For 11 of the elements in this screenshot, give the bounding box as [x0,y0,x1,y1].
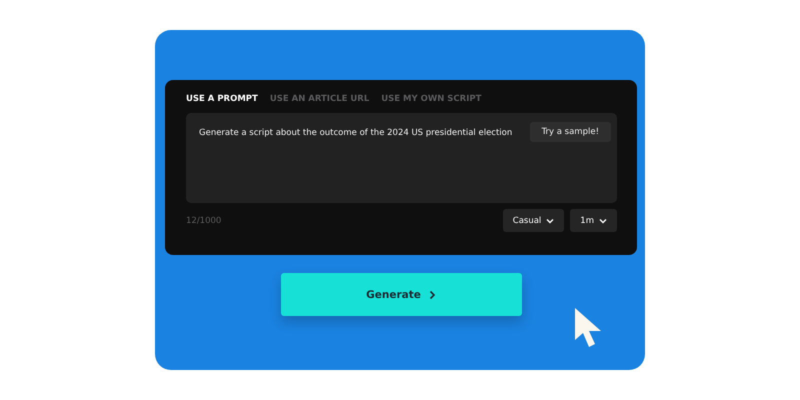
sample-button[interactable]: Try a sample! [530,122,611,142]
prompt-field[interactable]: Generate a script about the outcome of the 2024 US presidential election Try a sample! [186,113,617,203]
dropdown[interactable]: Casual [502,209,564,232]
caret-icon [546,218,554,224]
generate-button[interactable]: Generate [280,273,522,316]
chevron-icon [428,290,436,300]
tab[interactable]: USE A PROMPT [186,94,258,104]
character-count: 12/1000 [186,216,222,226]
prompt-text: Generate a script about the outcome of the 2024 US presidential election [199,128,512,138]
dropdown[interactable]: 1m [570,209,617,232]
caret-icon [599,218,607,224]
